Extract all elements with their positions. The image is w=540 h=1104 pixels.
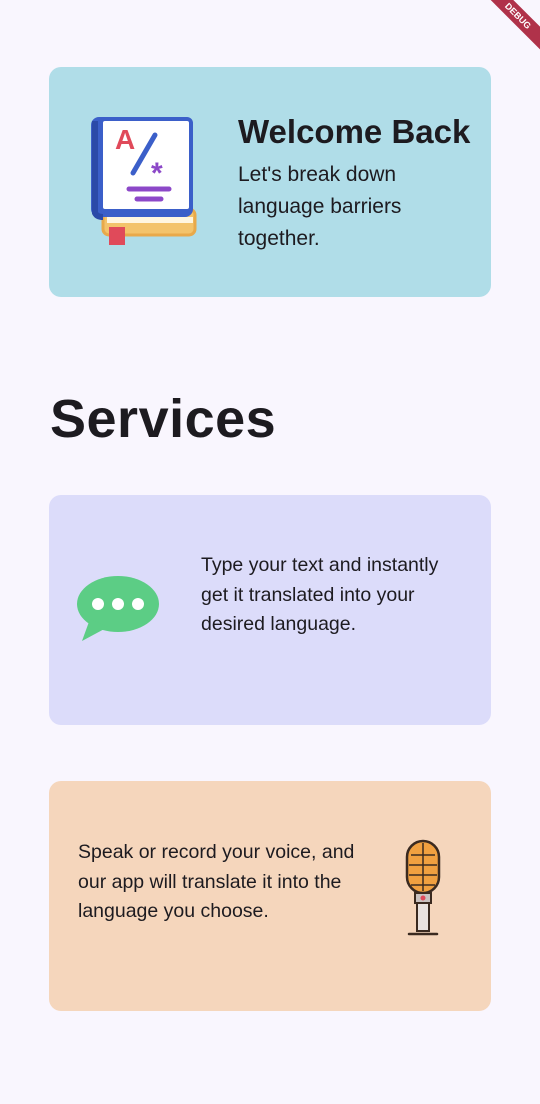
text-translation-description: Type your text and instantly get it tran… [201, 554, 439, 635]
chat-bubble-icon [77, 576, 159, 641]
debug-banner: DEBUG [480, 0, 540, 60]
debug-banner-label: DEBUG [480, 0, 540, 58]
svg-text:*: * [151, 157, 163, 190]
voice-translation-description: Speak or record your voice, and our app … [78, 841, 355, 922]
services-heading: Services [50, 389, 277, 449]
welcome-title: Welcome Back [238, 113, 471, 150]
translation-book-icon: A * [91, 117, 197, 245]
svg-text:A: A [115, 124, 135, 155]
welcome-subtitle: Let's break down language barriers toget… [238, 163, 402, 250]
voice-translation-card[interactable]: Speak or record your voice, and our app … [49, 781, 491, 1011]
text-translation-card[interactable]: Type your text and instantly get it tran… [49, 495, 491, 725]
microphone-icon [405, 839, 441, 936]
welcome-card: A * Welcome Back Let's break down langua… [49, 67, 491, 297]
